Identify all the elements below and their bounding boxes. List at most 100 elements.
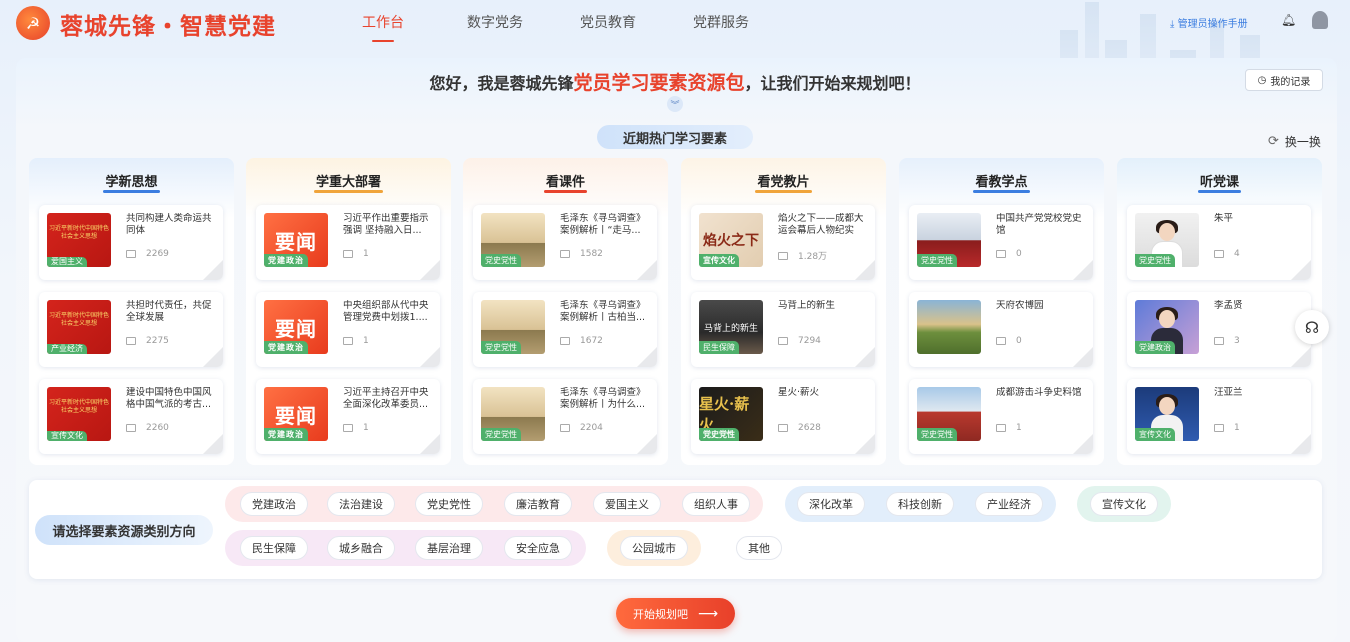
corner-decoration <box>637 434 657 454</box>
eye-icon <box>996 424 1006 432</box>
category-tag: 宣传文化 <box>699 254 739 267</box>
view-count-value: 2275 <box>146 336 169 346</box>
category-chip[interactable]: 基层治理 <box>415 536 483 560</box>
resource-card[interactable]: 焰火之下 宣传文化 焰火之下——成都大运会幕后人物纪实 1.28万 <box>691 205 875 280</box>
resource-card[interactable]: 要闻 党建政治 中央组织部从代中央管理党费中划拨1.... 1 <box>256 292 440 367</box>
resource-card[interactable]: 党史党性 毛泽东《寻乌调查》案例解析丨古柏当... 1672 <box>473 292 657 367</box>
eye-icon <box>996 337 1006 345</box>
corner-decoration <box>855 260 875 280</box>
resource-card[interactable]: 宣传文化 汪亚兰 1 <box>1127 379 1311 454</box>
card-title: 中央组织部从代中央管理党费中划拨1.... <box>343 300 429 323</box>
view-count-value: 0 <box>1016 249 1022 259</box>
card-thumbnail: 要闻 党建政治 <box>264 213 328 267</box>
eye-icon <box>126 337 136 345</box>
column-title: 看教学点 <box>899 158 1104 198</box>
view-count: 1 <box>343 423 369 433</box>
resource-card[interactable]: 党史党性 成都游击斗争史料馆 1 <box>909 379 1093 454</box>
nav-workbench[interactable]: 工作台 <box>362 12 404 42</box>
card-title: 成都游击斗争史料馆 <box>996 387 1082 398</box>
corner-decoration <box>203 434 223 454</box>
corner-decoration <box>637 260 657 280</box>
view-count: 1 <box>343 249 369 259</box>
card-thumbnail: 党史党性 <box>917 213 981 267</box>
corner-decoration <box>1073 434 1093 454</box>
category-tag: 党史党性 <box>481 428 521 441</box>
category-chip[interactable]: 廉洁教育 <box>504 492 572 516</box>
eye-icon <box>1214 337 1224 345</box>
category-chip[interactable]: 组织人事 <box>682 492 750 516</box>
customer-service-icon[interactable]: ☊ <box>1295 310 1329 344</box>
eye-icon <box>343 337 353 345</box>
resource-card[interactable]: 习近平新时代中国特色社会主义思想 宣传文化 建设中国特色中国风格中国气派的考古..… <box>39 379 223 454</box>
eye-icon <box>560 337 570 345</box>
resource-card[interactable]: 要闻 党建政治 习近平主持召开中央全面深化改革委员... 1 <box>256 379 440 454</box>
refresh-icon: ⟳ <box>1268 134 1279 149</box>
card-title: 焰火之下——成都大运会幕后人物纪实 <box>778 213 864 236</box>
resource-card[interactable]: 马背上的新生 民生保障 马背上的新生 7294 <box>691 292 875 367</box>
category-chip[interactable]: 党建政治 <box>240 492 308 516</box>
card-title: 汪亚兰 <box>1214 387 1243 398</box>
view-count-value: 2260 <box>146 423 169 433</box>
chevron-down-icon[interactable]: ︾ <box>667 96 683 112</box>
category-chip[interactable]: 科技创新 <box>886 492 954 516</box>
resource-card[interactable]: 党建政治 李孟贤 3 <box>1127 292 1311 367</box>
thumbnail-text: 要闻 <box>275 403 317 428</box>
card-thumbnail: 党史党性 <box>481 300 545 354</box>
greeting-suffix: ，让我们开始来规划吧！ <box>744 74 921 93</box>
start-planning-button[interactable]: 开始规划吧 ⟶ <box>616 598 735 629</box>
nav-member-education[interactable]: 党员教育 <box>580 12 636 32</box>
category-chip[interactable]: 产业经济 <box>975 492 1043 516</box>
resource-card[interactable]: 习近平新时代中国特色社会主义思想 产业经济 共担时代责任，共促全球发展 2275 <box>39 292 223 367</box>
view-count: 2260 <box>126 423 169 433</box>
resource-card[interactable]: 党史党性 毛泽东《寻乌调查》案例解析丨“走马... 1582 <box>473 205 657 280</box>
resource-card[interactable]: 习近平新时代中国特色社会主义思想 爱国主义 共同构建人类命运共同体 2269 <box>39 205 223 280</box>
category-chip[interactable]: 其他 <box>736 536 782 560</box>
view-count-value: 1 <box>363 249 369 259</box>
column-title-text: 看教学点 <box>973 171 1030 193</box>
download-icon: ⤓ <box>1170 19 1178 30</box>
notification-bell-icon[interactable]: 🔔︎ <box>1281 13 1296 27</box>
resource-card[interactable]: 星火·薪火 党史党性 星火·薪火 2628 <box>691 379 875 454</box>
category-tag: 党史党性 <box>481 254 521 267</box>
category-chip[interactable]: 党史党性 <box>415 492 483 516</box>
category-chip[interactable]: 城乡融合 <box>327 536 395 560</box>
card-title: 天府农博园 <box>996 300 1044 311</box>
admin-manual-label: 管理员操作手册 <box>1177 19 1248 30</box>
eye-icon <box>778 251 788 260</box>
category-tag: 党史党性 <box>917 428 957 441</box>
greeting-banner: 您好，我是蓉城先锋党员学习要素资源包，让我们开始来规划吧！ <box>0 68 1350 95</box>
category-prompt: 请选择要素资源类别方向 <box>35 515 213 545</box>
nav-digital-party-affairs[interactable]: 数字党务 <box>467 12 523 32</box>
corner-decoration <box>1073 347 1093 367</box>
category-chip[interactable]: 爱国主义 <box>593 492 661 516</box>
category-chip[interactable]: 深化改革 <box>797 492 865 516</box>
category-chip[interactable]: 安全应急 <box>504 536 572 560</box>
category-chip[interactable]: 民生保障 <box>240 536 308 560</box>
nav-mass-service[interactable]: 党群服务 <box>693 12 749 32</box>
view-count-value: 1.28万 <box>798 252 828 262</box>
view-count: 7294 <box>778 336 821 346</box>
category-chip[interactable]: 宣传文化 <box>1090 492 1158 516</box>
resource-card[interactable]: 天府农博园 0 <box>909 292 1093 367</box>
column-title-text: 学重大部署 <box>313 171 384 193</box>
card-thumbnail: 党史党性 <box>481 213 545 267</box>
resource-card[interactable]: 党史党性 中国共产党党校党史馆 0 <box>909 205 1093 280</box>
card-thumbnail: 马背上的新生 民生保障 <box>699 300 763 354</box>
refresh-button[interactable]: ⟳ 换一换 <box>1268 133 1321 150</box>
category-chip[interactable]: 公园城市 <box>620 536 688 560</box>
resource-card[interactable]: 党史党性 朱平 4 <box>1127 205 1311 280</box>
view-count: 0 <box>996 249 1022 259</box>
category-chip[interactable]: 法治建设 <box>327 492 395 516</box>
category-tag: 宣传文化 <box>47 431 87 441</box>
user-avatar-icon[interactable] <box>1312 11 1328 29</box>
my-records-button[interactable]: ◷ 我的记录 <box>1245 69 1323 91</box>
corner-decoration <box>1291 434 1311 454</box>
card-title: 共担时代责任，共促全球发展 <box>126 300 212 323</box>
resource-card[interactable]: 要闻 党建政治 习近平作出重要指示强调 坚持融入日... 1 <box>256 205 440 280</box>
column-title: 看党教片 <box>681 158 886 198</box>
resource-card[interactable]: 党史党性 毛泽东《寻乌调查》案例解析丨为什么... 2204 <box>473 379 657 454</box>
admin-manual-link[interactable]: ⤓ 管理员操作手册 <box>1170 15 1248 30</box>
view-count-value: 0 <box>1016 336 1022 346</box>
view-count: 1 <box>996 423 1022 433</box>
portrait-face <box>1159 397 1175 415</box>
